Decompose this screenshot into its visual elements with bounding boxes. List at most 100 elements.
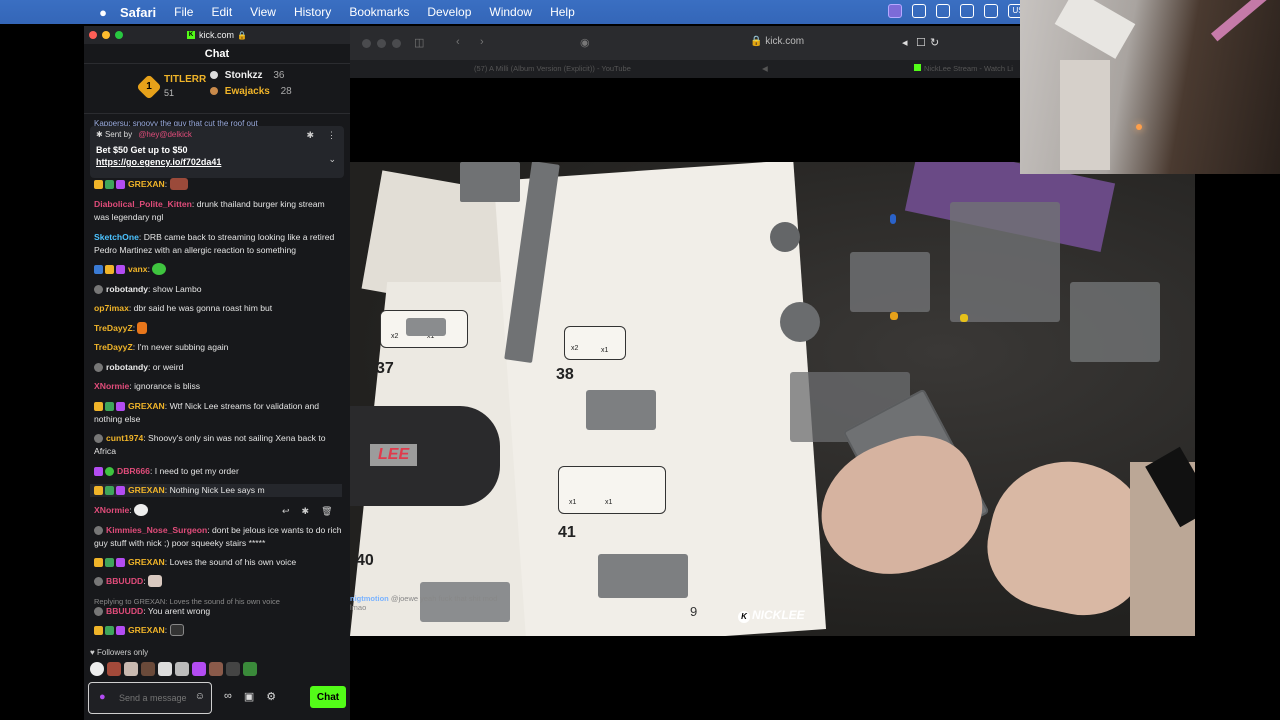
chat-message[interactable]: op7imax: dbr said he was gonna roast him… (94, 302, 342, 315)
more-options-icon[interactable]: ⋮ (327, 130, 336, 141)
speaker-icon[interactable]: ◀ (762, 64, 768, 73)
play-icon[interactable] (984, 4, 998, 18)
chat-message[interactable]: BBUUDD: (94, 575, 342, 588)
chat-message[interactable]: GREXAN: Wtf Nick Lee streams for validat… (94, 400, 342, 426)
chevron-down-icon[interactable]: ⌄ (328, 154, 336, 165)
chat-username[interactable]: DBR666 (117, 466, 150, 476)
apple-icon[interactable]: ● (96, 5, 110, 20)
shield-icon[interactable] (912, 4, 926, 18)
forward-icon[interactable]: › (480, 36, 484, 48)
menu-help[interactable]: Help (550, 5, 575, 19)
chat-message[interactable]: vanx: (94, 263, 342, 276)
chat-message[interactable]: SketchOne: DRB came back to streaming lo… (94, 231, 342, 257)
reload-icon[interactable]: ↻ (930, 36, 939, 49)
chat-username[interactable]: GREXAN (128, 179, 165, 189)
leaderboard-third[interactable]: Ewajacks 28 (210, 86, 292, 97)
chat-username[interactable]: BBUUDD (106, 606, 143, 616)
chat-username[interactable]: BBUUDD (106, 576, 143, 586)
menu-develop[interactable]: Develop (427, 5, 471, 19)
chat-username[interactable]: cunt1974 (106, 433, 143, 443)
emote-icon[interactable] (90, 662, 104, 676)
gear-icon[interactable]: ⚙ (266, 690, 276, 703)
chat-message[interactable]: XNormie: ignorance is bliss (94, 380, 342, 393)
reply-icon[interactable]: ↩ (282, 506, 290, 517)
sidebar-icon[interactable]: ◫ (414, 36, 424, 49)
chat-message[interactable]: GREXAN: (94, 624, 342, 637)
chat-message[interactable]: cunt1974: Shoovy's only sin was not sail… (94, 432, 342, 458)
pinned-message[interactable]: ✱ Sent by @hey@delkick Bet $50 Get up to… (90, 126, 344, 178)
video-player[interactable]: x2 x1 x2 x1 x1 x1 37 38 41 40 9 LEE nigt… (350, 162, 1195, 636)
tab-youtube[interactable]: (57) A Milli (Album Version (Explicit)) … (474, 64, 768, 73)
menu-file[interactable]: File (174, 5, 193, 19)
chat-username[interactable]: Diabolical_Polite_Kitten (94, 199, 192, 209)
store-icon[interactable]: ▣ (244, 690, 254, 703)
mic-icon[interactable]: ● (99, 691, 106, 703)
music-icon[interactable] (960, 4, 974, 18)
emote-icon[interactable] (158, 662, 172, 676)
points-icon[interactable]: ∞ (224, 690, 232, 703)
chat-username[interactable]: GREXAN (128, 625, 165, 635)
chat-message[interactable]: robotandy: or weird (94, 361, 342, 374)
minimize-window-button[interactable] (102, 31, 110, 39)
address-bar[interactable]: 🔒 kick.com (750, 36, 804, 47)
chat-username[interactable]: robotandy (106, 362, 148, 372)
emote-icon[interactable] (107, 662, 121, 676)
emote-icon[interactable] (209, 662, 223, 676)
send-chat-button[interactable]: Chat (310, 686, 346, 708)
chat-username[interactable]: SketchOne (94, 232, 139, 242)
extension-icon[interactable]: ◉ (580, 36, 590, 49)
zoom-window-button[interactable] (392, 39, 401, 48)
chat-message[interactable]: BBUUDD: You arent wrong (94, 605, 342, 618)
chat-username[interactable]: XNormie (94, 505, 129, 515)
menu-app-name[interactable]: Safari (120, 5, 156, 20)
chat-username[interactable]: TreDayyZ (94, 323, 133, 333)
chat-username[interactable]: XNormie (94, 381, 129, 391)
chat-message[interactable]: TreDayyZ: (94, 322, 342, 335)
emote-icon[interactable] (175, 662, 189, 676)
menu-bookmarks[interactable]: Bookmarks (349, 5, 409, 19)
close-window-button[interactable] (89, 31, 97, 39)
chat-username[interactable]: TreDayyZ (94, 342, 133, 352)
emote-icon[interactable] (141, 662, 155, 676)
display-icon[interactable] (936, 4, 950, 18)
emote-icon[interactable] (243, 662, 257, 676)
chat-message[interactable]: robotandy: show Lambo (94, 283, 342, 296)
chat-message[interactable]: GREXAN: Loves the sound of his own voice (94, 556, 342, 569)
audio-icon[interactable]: ◂ (902, 36, 908, 49)
screen-record-icon[interactable] (888, 4, 902, 18)
menu-window[interactable]: Window (489, 5, 532, 19)
menu-history[interactable]: History (294, 5, 331, 19)
translate-icon[interactable]: ☐ (916, 36, 926, 49)
chat-message[interactable]: TreDayyZ: I'm never subbing again (94, 341, 342, 354)
chat-input[interactable] (119, 685, 191, 711)
chat-username[interactable]: Kimmies_Nose_Surgeon (106, 525, 207, 535)
pinned-link[interactable]: https://go.egency.io/f702da41 (96, 157, 338, 167)
chat-message[interactable]: DBR666: I need to get my order (94, 465, 342, 478)
chat-username[interactable]: vanx (128, 264, 148, 274)
menu-view[interactable]: View (250, 5, 276, 19)
delete-icon[interactable]: 🗑 (321, 506, 332, 517)
chat-message[interactable]: GREXAN: (94, 178, 342, 191)
emote-icon[interactable] (226, 662, 240, 676)
emoji-icon[interactable]: ☺ (195, 691, 205, 702)
chat-username[interactable]: GREXAN (128, 485, 165, 495)
tab-stream[interactable]: NickLee Stream - Watch Li (914, 64, 1013, 73)
pin-message-icon[interactable]: ✱ (302, 506, 310, 517)
chat-username[interactable]: GREXAN (128, 401, 165, 411)
chat-username[interactable]: op7imax (94, 303, 129, 313)
leaderboard-second[interactable]: Stonkzz 36 (210, 70, 284, 81)
chat-username[interactable]: robotandy (106, 284, 148, 294)
pinned-sender[interactable]: @hey@delkick (138, 130, 192, 139)
menu-edit[interactable]: Edit (211, 5, 232, 19)
emote-icon[interactable] (124, 662, 138, 676)
close-window-button[interactable] (362, 39, 371, 48)
zoom-window-button[interactable] (115, 31, 123, 39)
chat-input-box[interactable]: ● ☺ (88, 682, 212, 714)
chat-message[interactable]: Kimmies_Nose_Surgeon: dont be jelous ice… (94, 524, 342, 550)
emote-icon[interactable] (192, 662, 206, 676)
minimize-window-button[interactable] (377, 39, 386, 48)
chat-username[interactable]: GREXAN (128, 557, 165, 567)
chat-message[interactable]: Diabolical_Polite_Kitten: drunk thailand… (94, 198, 342, 224)
unpin-icon[interactable]: ✱ (306, 130, 314, 141)
chat-message-hovered[interactable]: GREXAN: Nothing Nick Lee says m (90, 484, 342, 497)
